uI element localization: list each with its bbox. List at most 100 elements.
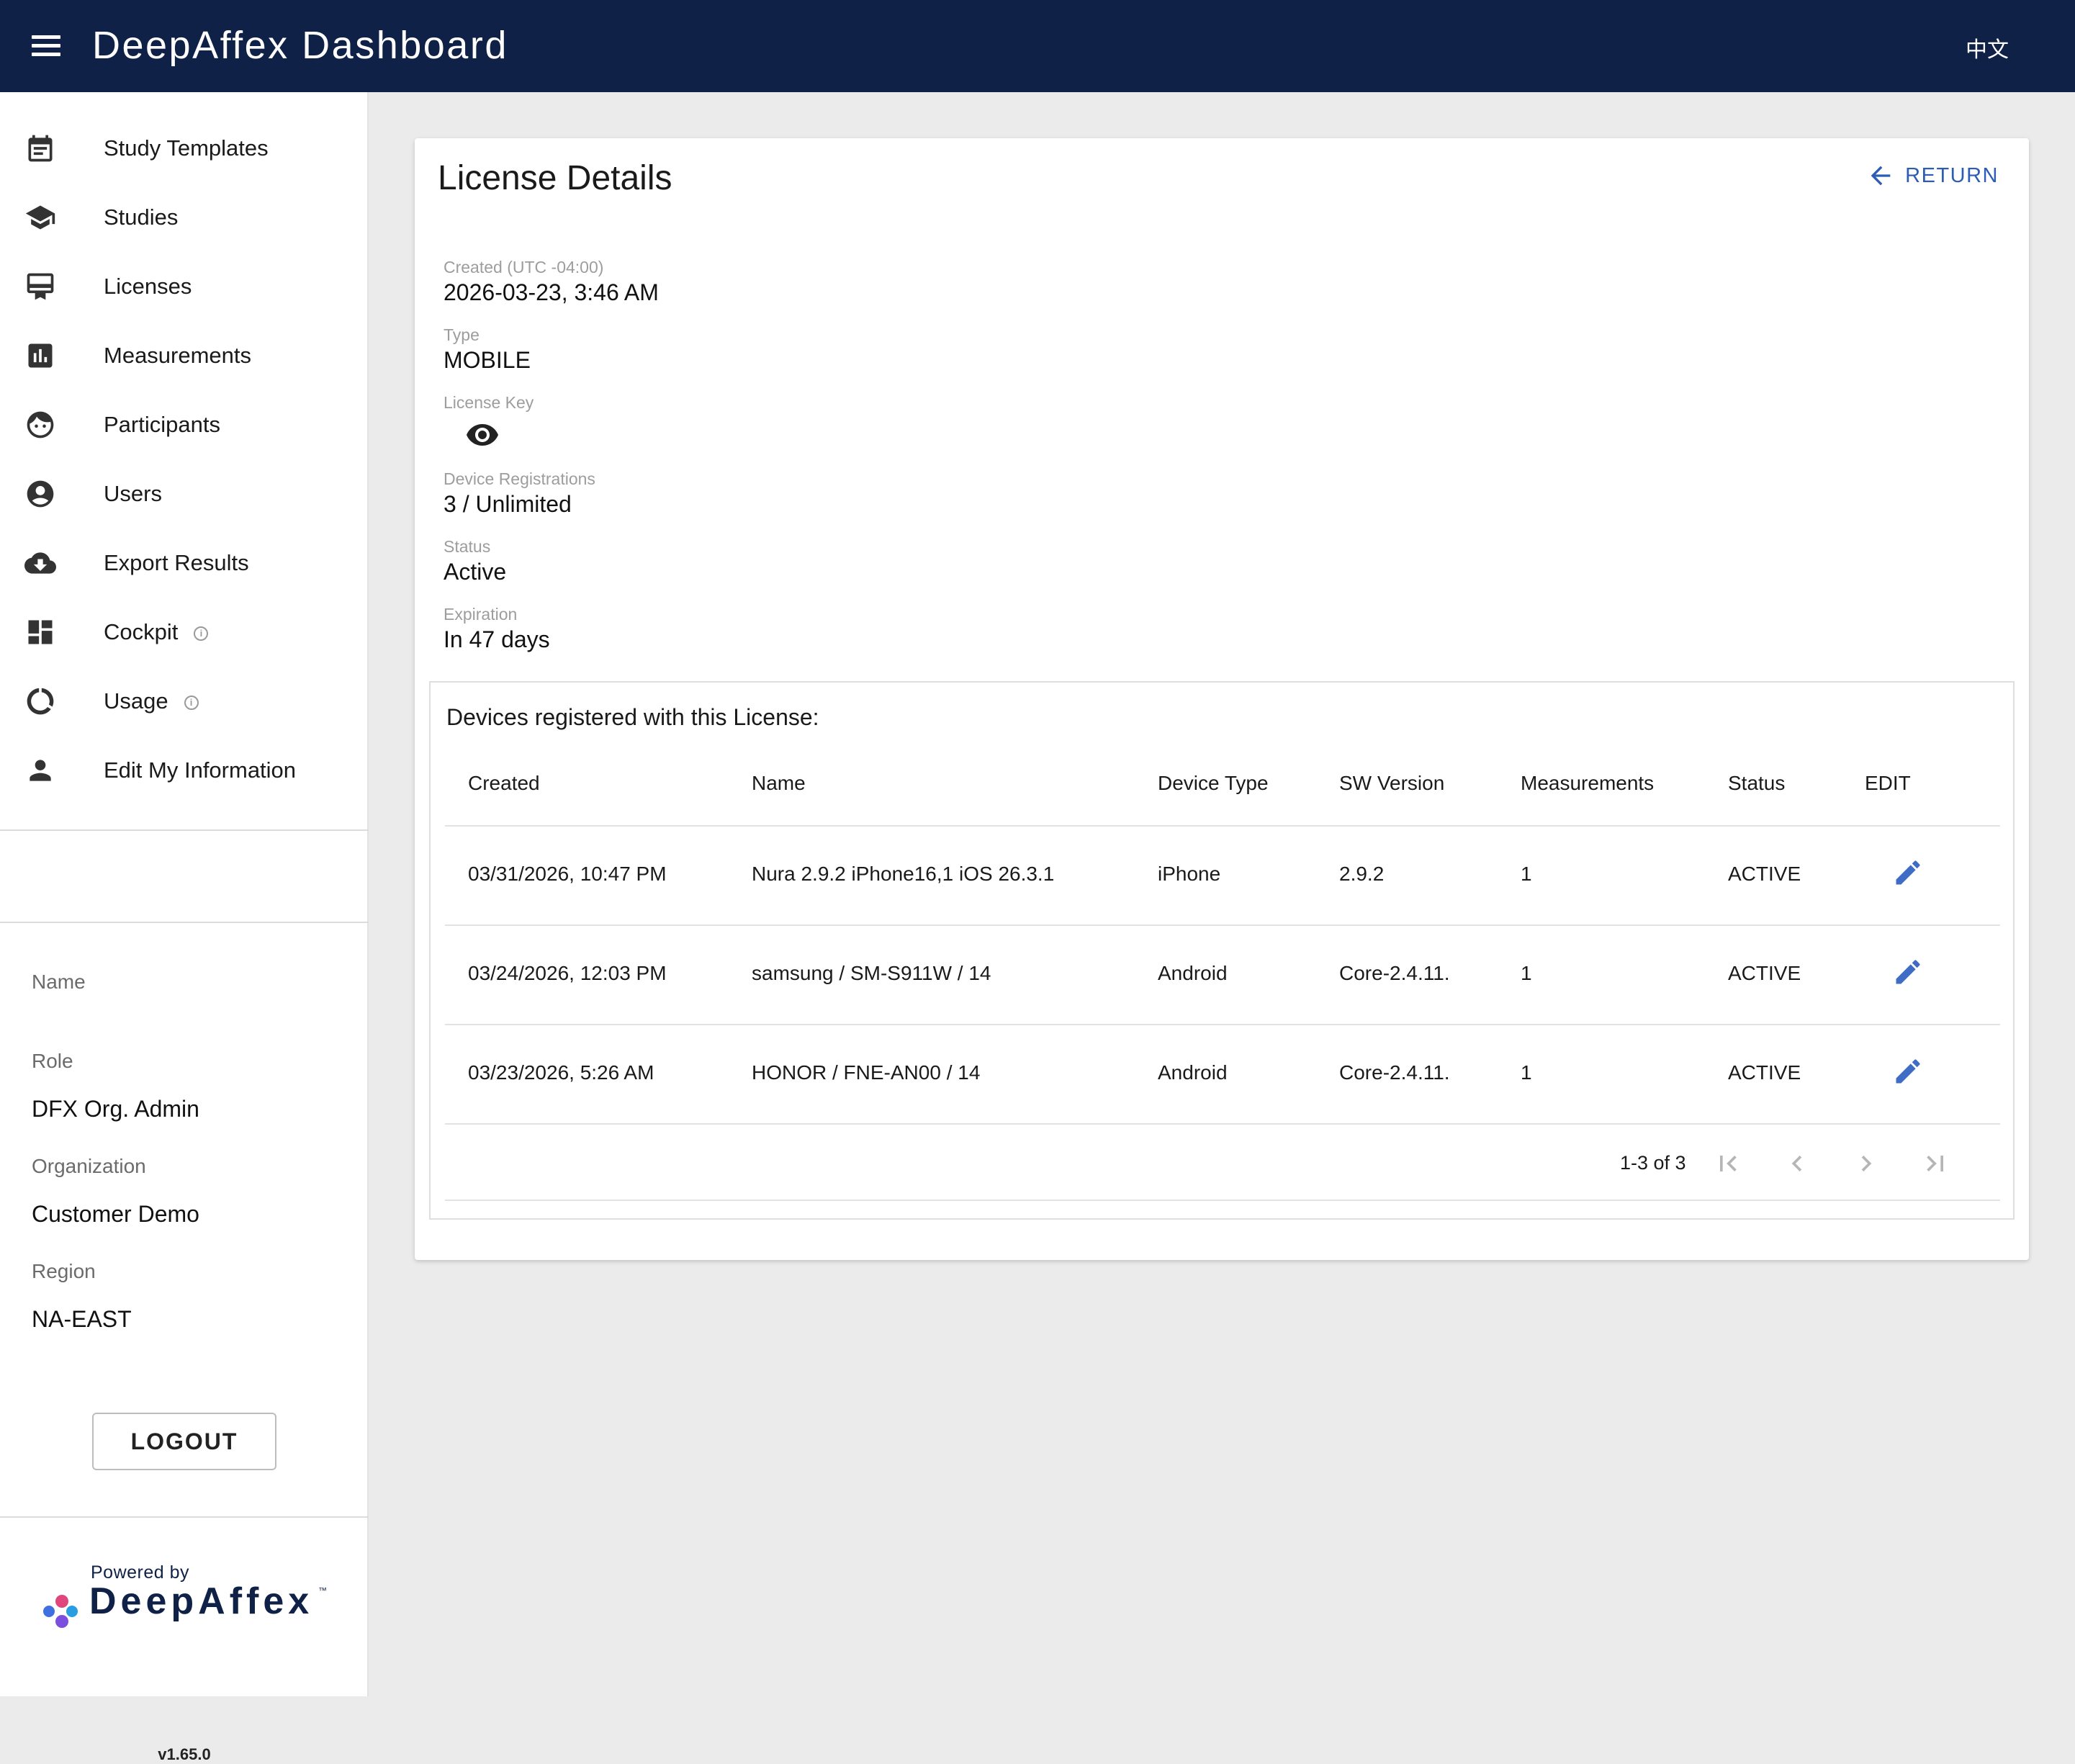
sidebar-item-studies[interactable]: Studies: [0, 183, 369, 252]
type-value: MOBILE: [444, 347, 531, 373]
last-page-icon[interactable]: [1919, 1148, 1951, 1179]
column-header-measurements[interactable]: Measurements: [1521, 772, 1654, 795]
table-bottom-divider: [445, 1200, 2000, 1201]
cell-name: samsung / SM-S911W / 14: [752, 962, 991, 984]
account-circle-icon: [24, 478, 56, 510]
column-header-name[interactable]: Name: [752, 772, 806, 795]
cell-measurements: 1: [1521, 1061, 1532, 1084]
devices-table-container: Devices registered with this License: Cr…: [429, 681, 2015, 1220]
device-registrations-label: Device Registrations: [444, 469, 595, 488]
cell-status: ACTIVE: [1728, 962, 1801, 984]
license-details-card: License Details RETURN Created (UTC -04:…: [415, 138, 2029, 1260]
donut-icon: [24, 685, 56, 717]
table-row-divider: [445, 1024, 2000, 1025]
deepaffex-logo-icon: [43, 1595, 78, 1628]
sidebar-item-measurements[interactable]: Measurements: [0, 321, 369, 390]
return-label: RETURN: [1905, 163, 1999, 187]
cloud-download-icon: [24, 547, 56, 579]
sidebar-item-label-text: Usage: [104, 688, 168, 714]
info-icon[interactable]: i: [184, 695, 199, 710]
sidebar: Study Templates Studies Licenses Measure…: [0, 92, 369, 1763]
info-icon[interactable]: i: [194, 626, 209, 641]
sidebar-item-label: Cockpit i: [104, 619, 209, 645]
sidebar-item-label: Edit My Information: [104, 757, 297, 783]
app-bar: DeepAffex Dashboard 中文: [0, 0, 2075, 92]
type-label: Type: [444, 325, 480, 344]
cell-status: ACTIVE: [1728, 863, 1801, 885]
role-label: Role: [32, 1050, 73, 1072]
sidebar-item-label: Usage i: [104, 688, 199, 714]
devices-table-title: Devices registered with this License:: [446, 704, 819, 730]
cell-sw-version: Core-2.4.11.: [1339, 1061, 1450, 1084]
sidebar-item-label: Export Results: [104, 550, 249, 575]
brand-name: DeepAffex: [89, 1580, 314, 1622]
status-label: Status: [444, 537, 491, 556]
sidebar-item-label: Licenses: [104, 274, 192, 299]
name-label: Name: [32, 971, 86, 993]
column-header-created[interactable]: Created: [468, 772, 540, 795]
next-page-icon[interactable]: [1850, 1148, 1882, 1179]
trademark-symbol: ™: [318, 1585, 327, 1596]
cell-name: Nura 2.9.2 iPhone16,1 iOS 26.3.1: [752, 863, 1055, 885]
cell-name: HONOR / FNE-AN00 / 14: [752, 1061, 981, 1084]
cell-measurements: 1: [1521, 863, 1532, 885]
sidebar-item-label: Participants: [104, 412, 220, 437]
edit-icon[interactable]: [1892, 857, 1924, 888]
card-membership-icon: [24, 271, 56, 302]
cell-measurements: 1: [1521, 962, 1532, 984]
sidebar-divider: [0, 1516, 369, 1518]
sidebar-item-export-results[interactable]: Export Results: [0, 528, 369, 598]
cell-sw-version: Core-2.4.11.: [1339, 962, 1450, 984]
sidebar-item-study-templates[interactable]: Study Templates: [0, 114, 369, 183]
region-label: Region: [32, 1260, 96, 1282]
sidebar-item-users[interactable]: Users: [0, 459, 369, 528]
column-header-status[interactable]: Status: [1728, 772, 1785, 795]
created-label: Created (UTC -04:00): [444, 258, 604, 276]
app-title: DeepAffex Dashboard: [92, 24, 508, 67]
graduation-cap-icon: [24, 202, 56, 233]
pagination-range: 1-3 of 3: [1620, 1152, 1686, 1174]
region-value: NA-EAST: [32, 1306, 132, 1332]
sidebar-item-edit-my-information[interactable]: Edit My Information: [0, 736, 369, 805]
sidebar-divider: [0, 829, 369, 831]
sidebar-item-label-text: Cockpit: [104, 619, 179, 644]
status-value: Active: [444, 559, 507, 585]
created-value: 2026-03-23, 3:46 AM: [444, 279, 659, 305]
language-toggle-button[interactable]: 中文: [1966, 32, 2009, 63]
cell-created: 03/23/2026, 5:26 AM: [468, 1061, 654, 1084]
column-header-sw-version[interactable]: SW Version: [1339, 772, 1444, 795]
previous-page-icon[interactable]: [1781, 1148, 1813, 1179]
table-row-divider: [445, 924, 2000, 926]
person-icon: [24, 755, 56, 786]
edit-icon[interactable]: [1892, 956, 1924, 988]
sidebar-item-licenses[interactable]: Licenses: [0, 252, 369, 321]
cell-device-type: Android: [1158, 1061, 1228, 1084]
column-header-device-type[interactable]: Device Type: [1158, 772, 1269, 795]
sidebar-item-label: Users: [104, 481, 162, 506]
page-title: License Details: [438, 159, 672, 197]
sidebar-item-label: Measurements: [104, 343, 252, 368]
face-icon: [24, 409, 56, 441]
cell-created: 03/24/2026, 12:03 PM: [468, 962, 667, 984]
sidebar-item-usage[interactable]: Usage i: [0, 667, 369, 736]
sidebar-item-label: Study Templates: [104, 135, 269, 161]
menu-icon[interactable]: [32, 35, 60, 57]
license-key-label: License Key: [444, 393, 534, 412]
return-button[interactable]: RETURN: [1866, 161, 1999, 190]
sidebar-item-cockpit[interactable]: Cockpit i: [0, 598, 369, 667]
cell-sw-version: 2.9.2: [1339, 863, 1385, 885]
cell-created: 03/31/2026, 10:47 PM: [468, 863, 667, 885]
first-page-icon[interactable]: [1712, 1148, 1744, 1179]
sidebar-divider: [0, 922, 369, 923]
sidebar-item-participants[interactable]: Participants: [0, 390, 369, 459]
table-row-divider: [445, 825, 2000, 827]
sidebar-item-label: Studies: [104, 204, 179, 230]
eye-icon[interactable]: [465, 418, 500, 452]
arrow-back-icon: [1871, 166, 1891, 186]
edit-icon[interactable]: [1892, 1056, 1924, 1087]
table-row-divider: [445, 1123, 2000, 1125]
cell-device-type: iPhone: [1158, 863, 1221, 885]
logout-button[interactable]: LOGOUT: [92, 1413, 276, 1470]
expiration-value: In 47 days: [444, 626, 550, 652]
organization-value: Customer Demo: [32, 1201, 199, 1227]
